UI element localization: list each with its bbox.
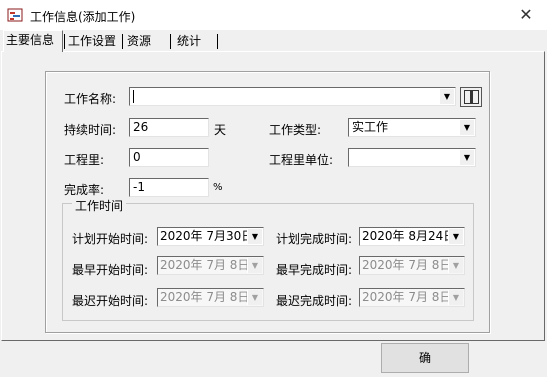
chevron-down-icon[interactable]: ▼ [439, 89, 454, 104]
early-start-value: 2020年 7月 8日 [160, 258, 250, 272]
browse-button[interactable] [460, 87, 482, 107]
text-caret [133, 90, 134, 103]
chevron-down-icon[interactable]: ▼ [459, 120, 474, 135]
late-start-label: 最迟开始时间: [72, 294, 149, 308]
early-finish-value: 2020年 7月 8日 [362, 258, 452, 272]
tab-divider [122, 34, 123, 49]
tab-main-info[interactable]: 主要信息 [3, 30, 63, 52]
plan-finish-label: 计划完成时间: [276, 232, 353, 246]
close-button[interactable]: ✕ [511, 3, 541, 27]
ok-button[interactable]: 确 [381, 343, 469, 373]
workload-label: 工程里: [64, 153, 105, 167]
plan-start-date-picker[interactable]: 2020年 7月30日 ▼ [157, 227, 264, 246]
work-time-legend: 工作时间 [72, 197, 127, 214]
tab-label: 主要信息 [6, 33, 55, 47]
chevron-down-icon: ▼ [448, 258, 463, 273]
workload-input[interactable]: 0 [129, 148, 209, 167]
chevron-down-icon: ▼ [448, 290, 463, 305]
early-start-date-picker: 2020年 7月 8日 ▼ [157, 256, 264, 275]
late-start-value: 2020年 7月 8日 [160, 290, 250, 304]
task-type-label: 工作类型: [269, 123, 322, 137]
early-finish-label: 最早完成时间: [276, 263, 353, 277]
tab-divider [64, 34, 65, 49]
tab-strip: 主要信息 工作设置 资源 统计 [0, 30, 547, 52]
plan-start-value: 2020年 7月30日 [160, 229, 254, 243]
tab-resources[interactable]: 资源 [125, 32, 170, 51]
completion-input[interactable]: -1 [129, 178, 209, 197]
chevron-down-icon: ▼ [247, 290, 262, 305]
late-finish-date-picker: 2020年 7月 8日 ▼ [359, 288, 465, 307]
tab-statistics[interactable]: 统计 [175, 32, 220, 51]
workload-unit-select[interactable]: ▼ [348, 148, 476, 167]
task-name-combo[interactable]: ▼ [129, 87, 456, 106]
duration-label: 持续时间: [64, 123, 117, 137]
tab-label: 资源 [127, 34, 152, 48]
tab-divider [217, 34, 218, 49]
app-icon [7, 8, 23, 22]
window-title: 工作信息(添加工作) [30, 10, 136, 24]
chevron-down-icon[interactable]: ▼ [459, 150, 474, 165]
tab-label: 统计 [177, 34, 202, 48]
ok-button-label: 确 [418, 351, 431, 365]
close-icon: ✕ [519, 5, 533, 24]
completion-unit: % [213, 182, 223, 193]
tab-label: 工作设置 [68, 34, 117, 48]
plan-finish-value: 2020年 8月24日 [362, 229, 456, 243]
duration-unit: 天 [214, 123, 227, 137]
tab-divider [170, 34, 171, 49]
tab-work-settings[interactable]: 工作设置 [66, 32, 122, 51]
completion-label: 完成率: [64, 183, 105, 197]
late-finish-value: 2020年 7月 8日 [362, 290, 452, 304]
chevron-down-icon: ▼ [247, 258, 262, 273]
early-start-label: 最早开始时间: [72, 263, 149, 277]
late-finish-label: 最迟完成时间: [276, 294, 353, 308]
late-start-date-picker: 2020年 7月 8日 ▼ [157, 288, 264, 307]
plan-finish-date-picker[interactable]: 2020年 8月24日 ▼ [359, 227, 465, 246]
workload-unit-label: 工程里单位: [269, 153, 334, 167]
chevron-down-icon[interactable]: ▼ [247, 229, 262, 244]
early-finish-date-picker: 2020年 7月 8日 ▼ [359, 256, 465, 275]
plan-start-label: 计划开始时间: [72, 232, 149, 246]
title-bar: 工作信息(添加工作) ✕ [0, 0, 547, 30]
task-type-value: 实工作 [352, 120, 389, 134]
task-type-select[interactable]: 实工作 ▼ [348, 118, 476, 137]
chevron-down-icon[interactable]: ▼ [448, 229, 463, 244]
task-name-label: 工作名称: [64, 92, 117, 106]
duration-input[interactable]: 26 [129, 118, 209, 137]
